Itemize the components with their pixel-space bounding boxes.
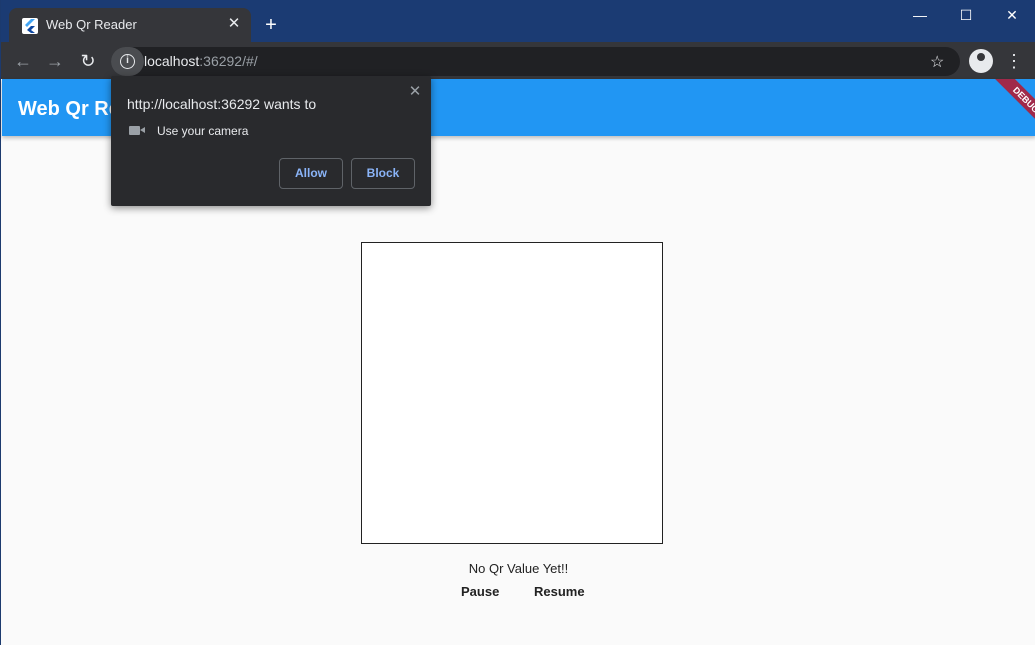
new-tab-button[interactable]: + — [259, 13, 283, 37]
site-info-button[interactable]: i — [111, 47, 144, 76]
debug-banner: DEBUG — [976, 79, 1035, 139]
camera-icon — [129, 126, 140, 135]
url-path: :36292/#/ — [199, 53, 258, 69]
forward-icon[interactable]: → — [41, 47, 69, 75]
title-bar: Web Qr Reader ✕ + — ☐ ✕ — [1, 0, 1035, 42]
debug-banner-label: DEBUG — [989, 79, 1035, 137]
back-icon[interactable]: ← — [9, 47, 37, 75]
tab-title: Web Qr Reader — [46, 17, 137, 32]
tab-close-icon[interactable]: ✕ — [224, 14, 244, 34]
pause-button[interactable]: Pause — [461, 584, 499, 599]
browser-menu-icon[interactable]: ⋮ — [1005, 50, 1023, 72]
browser-window: Web Qr Reader ✕ + — ☐ ✕ ← → ↻ i localhos… — [0, 0, 1035, 645]
url-host: localhost — [144, 53, 200, 69]
maximize-button[interactable]: ☐ — [943, 0, 989, 32]
permission-title: http://localhost:36292 wants to — [127, 96, 317, 112]
resume-button[interactable]: Resume — [534, 584, 585, 599]
close-window-button[interactable]: ✕ — [989, 0, 1035, 32]
camera-permission-popup: http://localhost:36292 wants to ✕ Use yo… — [111, 76, 431, 206]
block-button[interactable]: Block — [351, 158, 415, 189]
permission-label: Use your camera — [157, 124, 249, 138]
flutter-icon — [22, 18, 38, 34]
popup-close-icon[interactable]: ✕ — [406, 82, 424, 100]
info-icon: i — [120, 54, 135, 69]
browser-tab[interactable]: Web Qr Reader ✕ — [9, 8, 251, 42]
profile-avatar-icon[interactable] — [969, 49, 993, 73]
url-text: localhost:36292/#/ — [144, 53, 258, 69]
browser-toolbar: ← → ↻ i localhost:36292/#/ ☆ ⋮ — [1, 42, 1035, 79]
address-bar[interactable]: i localhost:36292/#/ — [111, 47, 960, 76]
reload-icon[interactable]: ↻ — [74, 47, 102, 75]
minimize-button[interactable]: — — [897, 0, 943, 32]
bookmark-star-icon[interactable]: ☆ — [930, 52, 944, 72]
allow-button[interactable]: Allow — [279, 158, 343, 189]
qr-camera-view — [361, 242, 663, 544]
qr-status-text: No Qr Value Yet!! — [468, 561, 569, 576]
